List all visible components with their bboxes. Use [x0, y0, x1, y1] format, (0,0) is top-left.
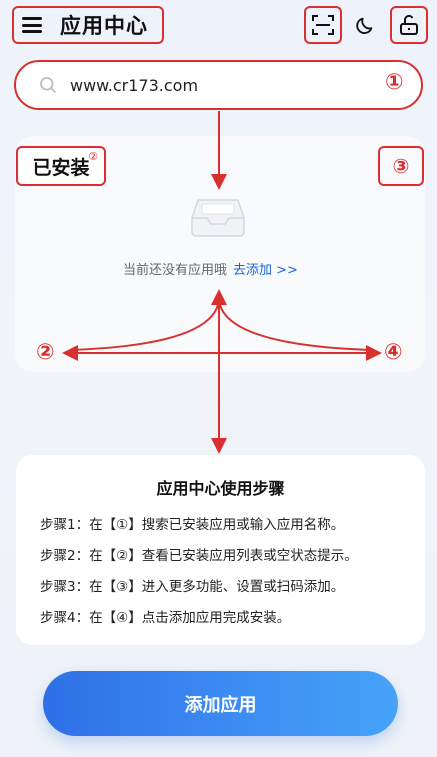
lock-button[interactable] [390, 6, 428, 44]
installed-marker: ② [88, 150, 98, 163]
moon-icon [356, 17, 373, 34]
search-icon [40, 77, 57, 94]
more-options-button[interactable]: ③ [378, 146, 424, 186]
unlock-icon [400, 14, 418, 35]
step-line-3: 步骤3：在【③】进入更多功能、设置或扫码添加。 [40, 579, 345, 595]
dark-mode-toggle[interactable] [352, 12, 378, 38]
title-area: 应用中心 [12, 6, 164, 44]
empty-tray-icon [191, 199, 245, 237]
steps-title: 应用中心使用步骤 [156, 479, 285, 498]
steps-card: 应用中心使用步骤 步骤1：在【①】搜索已安装应用或输入应用名称。 步骤2：在【②… [16, 455, 425, 645]
go-add-link[interactable]: 去添加 >> [233, 263, 298, 278]
installed-label: 已安装 [32, 156, 90, 179]
step-line-2: 步骤2：在【②】查看已安装应用列表或空状态提示。 [40, 548, 358, 564]
marker-1: ① [385, 70, 404, 95]
installed-header[interactable]: 已安装 ② [16, 146, 106, 186]
step-line-1: 步骤1：在【①】搜索已安装应用或输入应用名称。 [40, 517, 345, 533]
empty-state-text: 当前还没有应用哦 去添加 >> [123, 259, 298, 278]
scan-button[interactable] [304, 6, 342, 44]
top-bar: 应用中心 [0, 0, 437, 50]
hamburger-menu-icon[interactable] [22, 17, 42, 33]
marker-4: ④ [384, 340, 403, 365]
scan-icon [312, 15, 334, 35]
page-title: 应用中心 [60, 14, 148, 38]
marker-3: ③ [392, 154, 410, 178]
step-line-4: 步骤4：在【④】点击添加应用完成安装。 [40, 610, 291, 626]
marker-2: ② [36, 340, 55, 365]
search-bar[interactable]: www.cr173.com [14, 60, 423, 110]
empty-message: 当前还没有应用哦 [123, 263, 228, 278]
add-app-button[interactable]: 添加应用 [43, 671, 398, 736]
search-input[interactable]: www.cr173.com [70, 76, 198, 95]
